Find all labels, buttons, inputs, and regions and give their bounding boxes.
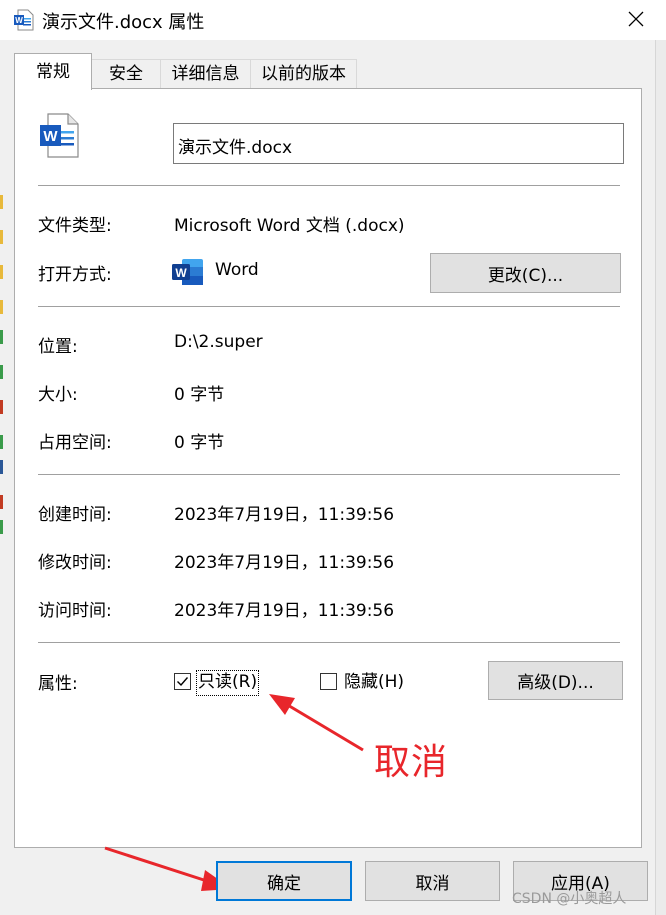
- word-app-icon: W: [172, 259, 203, 285]
- file-type-label: 文件类型:: [38, 216, 112, 236]
- red-arrow: [269, 694, 364, 752]
- background-window-edge-left: [0, 195, 3, 534]
- readonly-label[interactable]: 只读(R): [196, 670, 260, 696]
- svg-text:W: W: [43, 128, 58, 145]
- location-value: D:\2.super: [174, 332, 263, 352]
- accessed-label: 访问时间:: [38, 601, 112, 621]
- size-label: 大小:: [38, 385, 78, 405]
- tab-security[interactable]: 安全: [91, 59, 161, 89]
- tab-general[interactable]: 常规: [14, 53, 92, 90]
- svg-text:W: W: [15, 16, 23, 25]
- watermark: CSDN @小奥超人: [512, 891, 627, 907]
- separator: [38, 642, 620, 643]
- readonly-checkbox[interactable]: [174, 673, 191, 690]
- window-title: 演示文件.docx 属性: [42, 12, 205, 33]
- annotation-text: 取消: [374, 742, 449, 783]
- size-on-disk-value: 0 字节: [174, 433, 225, 453]
- opens-with-value: Word: [215, 260, 259, 280]
- location-label: 位置:: [38, 337, 78, 357]
- attributes-label: 属性:: [38, 674, 78, 694]
- file-name-input[interactable]: [173, 123, 624, 164]
- modified-value: 2023年7月19日，11:39:56: [174, 553, 395, 573]
- size-on-disk-label: 占用空间:: [38, 433, 112, 453]
- modified-label: 修改时间:: [38, 553, 112, 573]
- opens-with-label: 打开方式:: [38, 265, 112, 285]
- created-value: 2023年7月19日，11:39:56: [174, 505, 395, 525]
- size-value: 0 字节: [174, 385, 225, 405]
- advanced-button[interactable]: 高级(D)...: [488, 661, 623, 700]
- separator: [38, 306, 620, 307]
- checkmark-icon: [177, 677, 189, 687]
- close-button[interactable]: [616, 4, 656, 36]
- tab-previous-versions[interactable]: 以前的版本: [250, 59, 357, 89]
- file-type-value: Microsoft Word 文档 (.docx): [174, 216, 405, 236]
- word-doc-icon: W: [40, 113, 79, 158]
- accessed-value: 2023年7月19日，11:39:56: [174, 601, 395, 621]
- close-icon: [628, 11, 644, 27]
- change-button[interactable]: 更改(C)...: [430, 253, 621, 293]
- separator: [38, 185, 620, 186]
- ok-button[interactable]: 确定: [216, 861, 352, 901]
- background-window-edge: [655, 40, 666, 915]
- cancel-button[interactable]: 取消: [365, 861, 500, 901]
- svg-text:W: W: [175, 266, 187, 280]
- tab-details[interactable]: 详细信息: [160, 59, 251, 89]
- created-label: 创建时间:: [38, 505, 112, 525]
- word-doc-icon: W: [14, 9, 34, 31]
- separator: [38, 474, 620, 475]
